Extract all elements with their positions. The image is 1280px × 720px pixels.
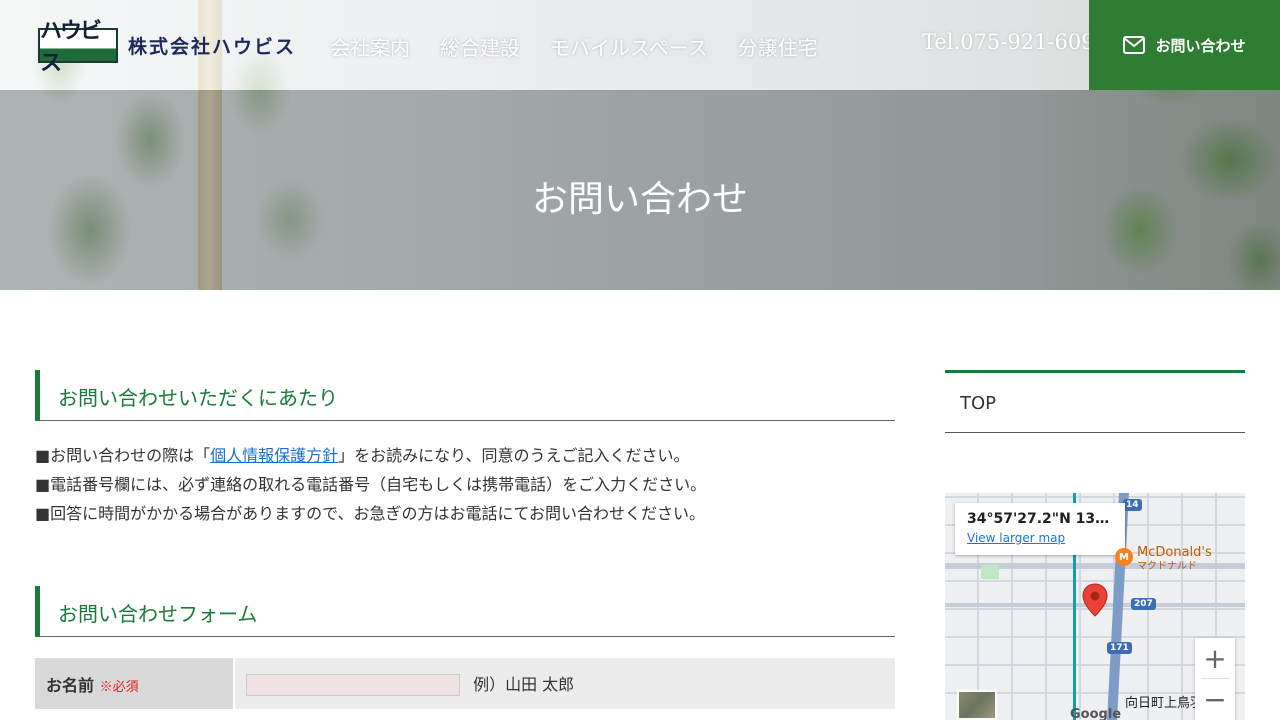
map-info-card: 34°57'27.2"N 13… View larger map: [955, 503, 1125, 555]
map-zoom-controls: + −: [1195, 638, 1235, 720]
note-privacy: ■お問い合わせの際は「個人情報保護方針」をお読みになり、同意のうえご記入ください…: [35, 441, 895, 470]
note-privacy-suffix: 」をお読みになり、同意のうえご記入ください。: [338, 446, 690, 465]
zoom-in-button[interactable]: +: [1195, 638, 1235, 678]
note-privacy-prefix: ■お問い合わせの際は「: [35, 446, 211, 465]
poi-name: McDonald's: [1137, 545, 1212, 560]
company-name: 株式会社ハウビス: [128, 35, 297, 58]
logo-mark: ハウビス: [38, 19, 118, 76]
name-field-cell: 例）山田 太郎: [235, 658, 895, 711]
route-shield-171: 171: [1107, 642, 1132, 654]
google-map[interactable]: 14 207 171 34°57'27.2"N 13… View larger …: [945, 493, 1245, 720]
required-mark: ※必須: [99, 679, 139, 695]
contact-button[interactable]: お問い合わせ: [1089, 0, 1280, 90]
main-nav: 会社案内 総合建設 モバイルスペース 分譲住宅: [330, 32, 818, 61]
nav-item-company[interactable]: 会社案内: [330, 32, 410, 61]
route-shield-207: 207: [1131, 598, 1156, 610]
intro-heading: お問い合わせいただくにあたり: [35, 370, 895, 421]
name-input[interactable]: [246, 674, 460, 697]
intro-notes: ■お問い合わせの際は「個人情報保護方針」をお読みになり、同意のうえご記入ください…: [35, 441, 895, 528]
mail-icon: [1123, 36, 1146, 54]
google-logo: Google: [1070, 707, 1122, 720]
route-shield: 14: [1123, 499, 1142, 511]
nav-item-mobile-space[interactable]: モバイルスペース: [550, 32, 708, 61]
nav-item-construction[interactable]: 総合建設: [440, 32, 520, 61]
name-example: 例）山田 太郎: [473, 674, 575, 694]
contact-button-label: お問い合わせ: [1155, 36, 1246, 55]
nav-item-housing[interactable]: 分譲住宅: [738, 32, 818, 61]
form-row-name: お名前 ※必須 例）山田 太郎: [35, 658, 895, 711]
note-response: ■回答に時間がかかる場合がありますので、お急ぎの方はお電話にてお問い合わせくださ…: [35, 504, 705, 523]
satellite-toggle[interactable]: [957, 690, 997, 720]
zoom-out-button[interactable]: −: [1195, 679, 1235, 719]
map-place-label: 向日町上鳥羽: [1125, 696, 1204, 711]
sidebar-top-link[interactable]: TOP: [945, 370, 1245, 433]
poi-label: McDonald's マクドナルド: [1137, 546, 1212, 573]
note-phone: ■電話番号欄には、必ず連絡の取れる電話番号（自宅もしくは携帯電話）をご入力くださ…: [35, 475, 707, 494]
view-larger-map-link[interactable]: View larger map: [967, 531, 1113, 545]
company-logo[interactable]: ハウビス 株式会社ハウビス: [38, 19, 300, 76]
poi-subname: マクドナルド: [1137, 561, 1197, 572]
name-label-cell: お名前 ※必須: [35, 658, 235, 711]
page-title: お問い合わせ: [531, 179, 748, 220]
form-heading: お問い合わせフォーム: [35, 586, 895, 637]
map-pin-icon[interactable]: [1082, 583, 1108, 617]
phone-number[interactable]: Tel.075-921-6099: [922, 30, 1108, 54]
hero-banner: ハウビス 株式会社ハウビス 会社案内 総合建設 モバイルスペース 分譲住宅 Te…: [0, 0, 1280, 290]
contact-form: お名前 ※必須 例）山田 太郎: [35, 658, 895, 711]
privacy-policy-link[interactable]: 個人情報保護方針: [210, 446, 338, 465]
name-label: お名前: [46, 675, 95, 695]
restaurant-icon: M: [1115, 548, 1133, 566]
main-content: お問い合わせいただくにあたり ■お問い合わせの際は「個人情報保護方針」をお読みに…: [35, 370, 895, 711]
map-coordinates: 34°57'27.2"N 13…: [967, 511, 1110, 527]
map-poi-mcdonalds[interactable]: M McDonald's マクドナルド: [1115, 546, 1212, 573]
map-park: [981, 565, 999, 579]
